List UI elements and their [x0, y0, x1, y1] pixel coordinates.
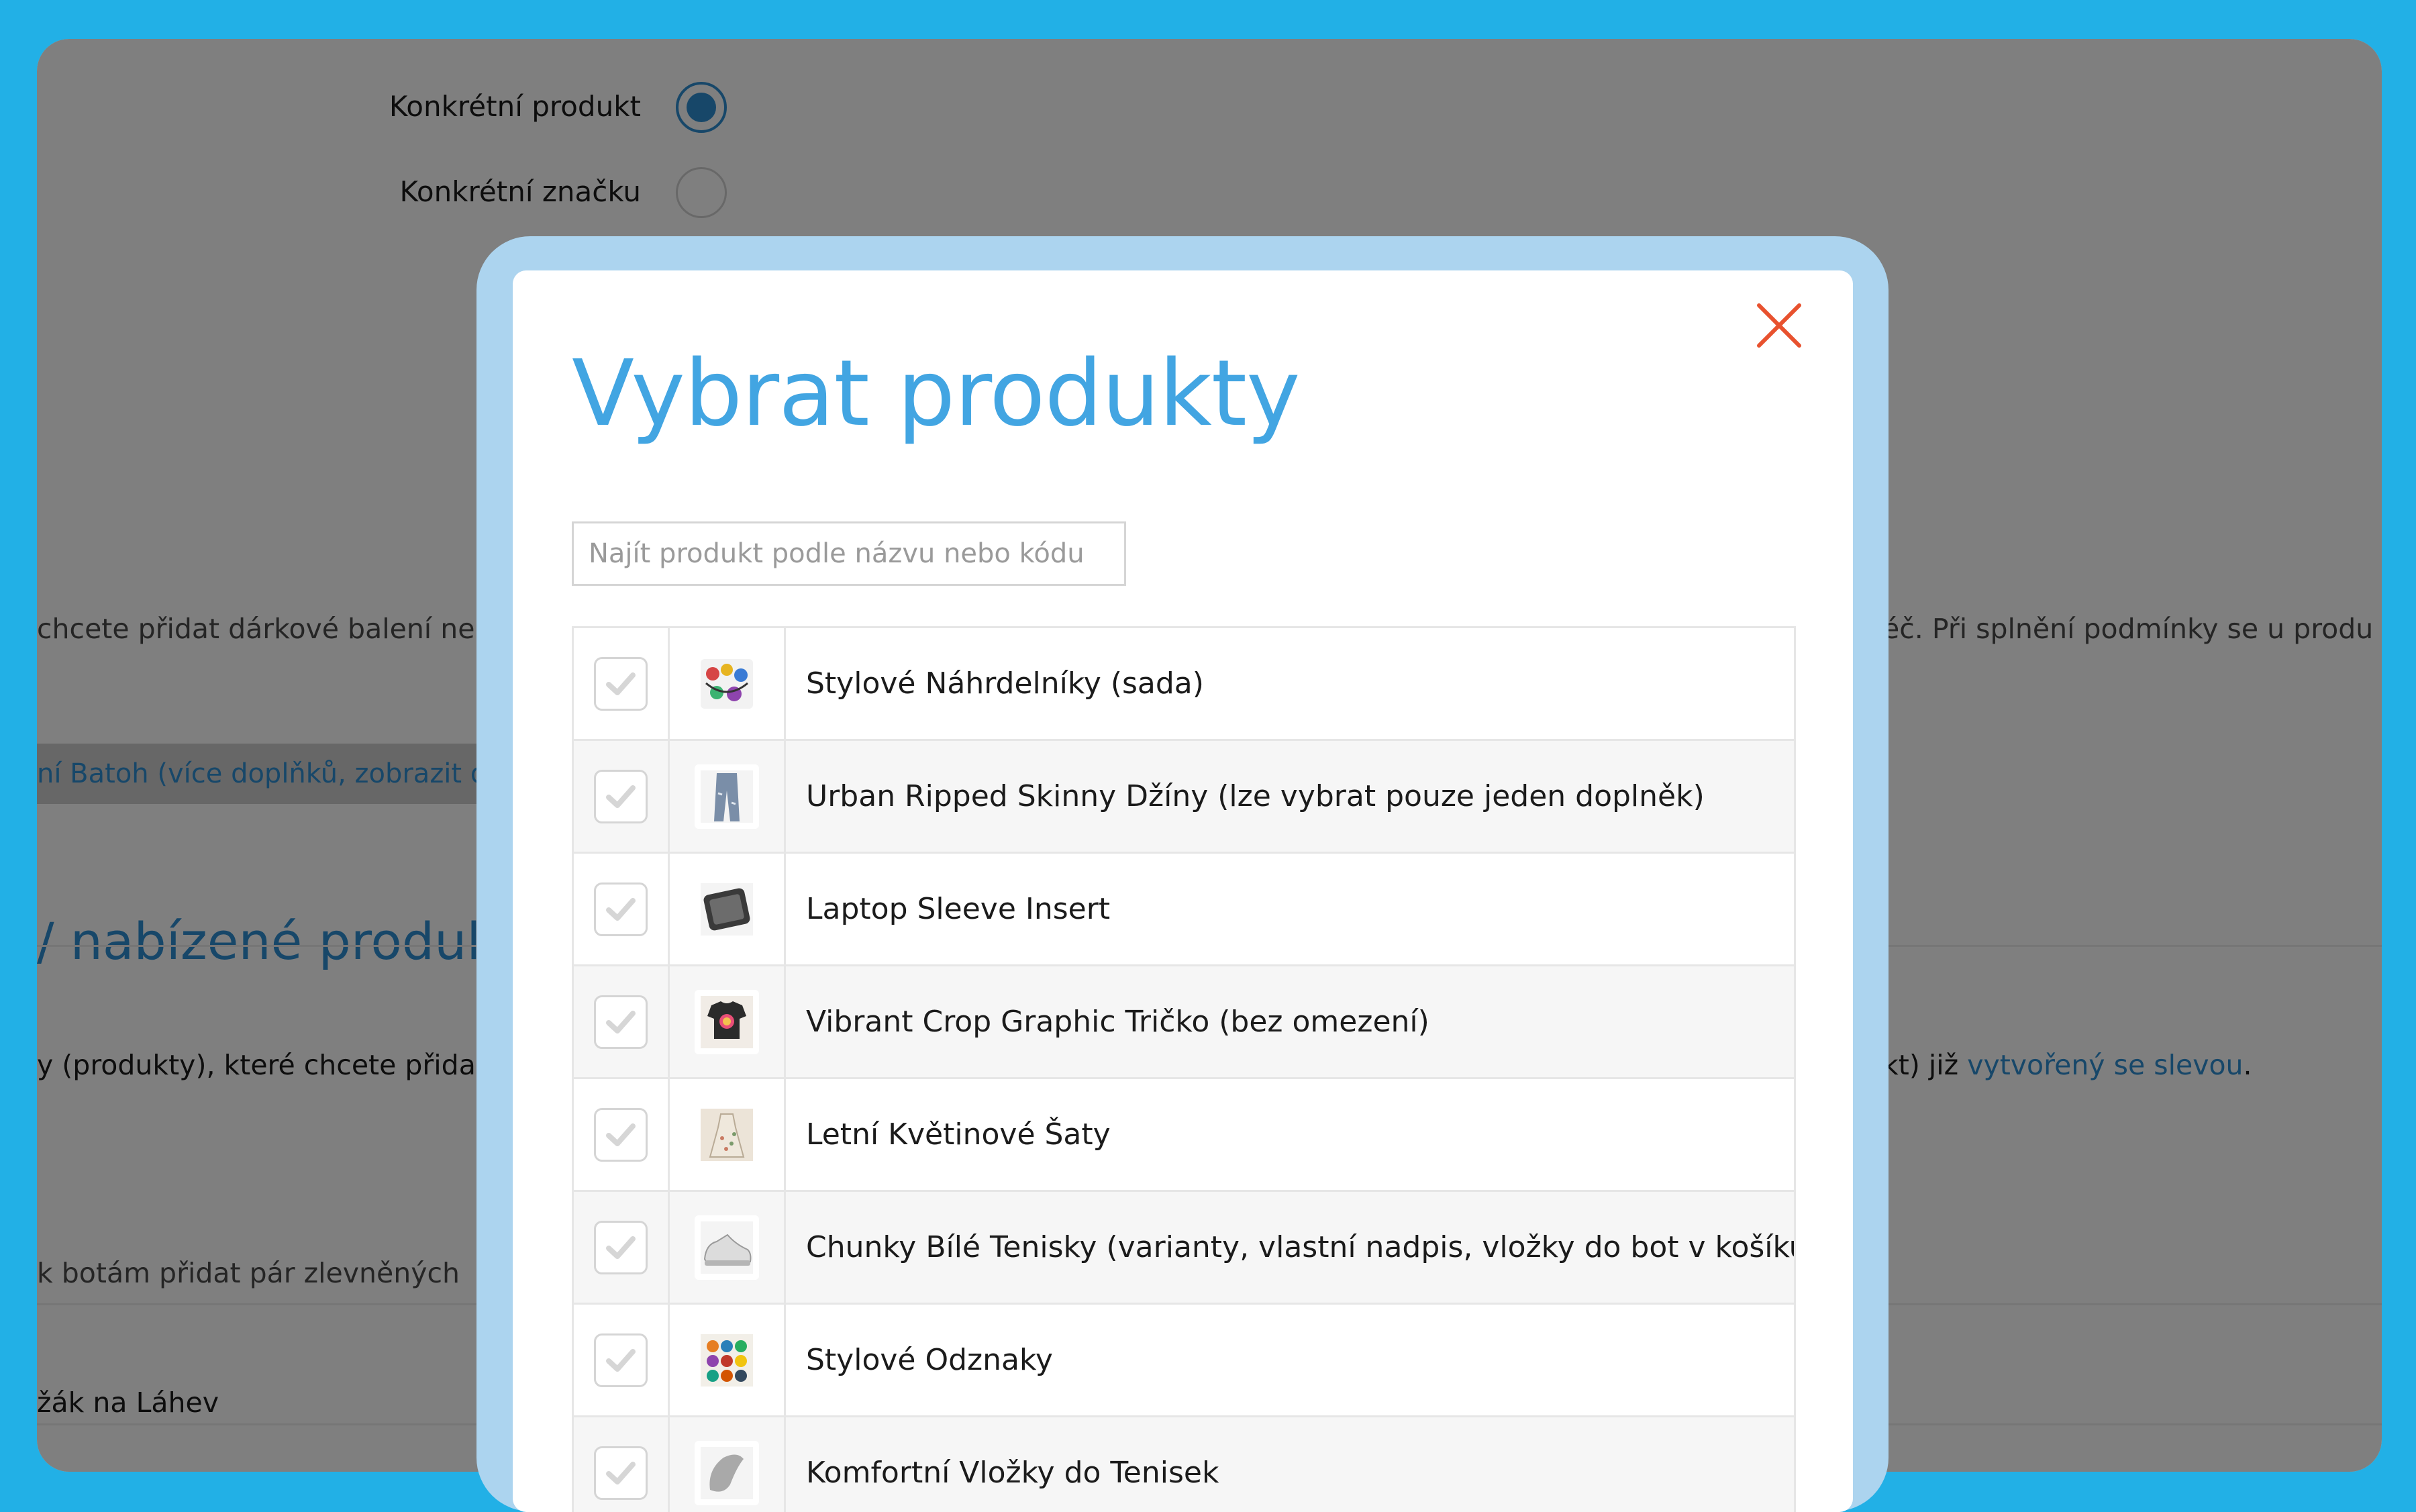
product-checkbox[interactable]	[594, 1220, 648, 1274]
modal-title: Vybrat produkty	[572, 341, 1301, 447]
checkmark-icon	[606, 672, 636, 695]
row-thumb-cell	[670, 1305, 786, 1415]
product-row[interactable]: Vibrant Crop Graphic Tričko (bez omezení…	[572, 966, 1796, 1079]
row-thumb-cell	[670, 966, 786, 1077]
product-checkbox[interactable]	[594, 656, 648, 711]
close-icon	[1757, 303, 1801, 348]
laptop-sleeve-thumbnail-icon	[695, 876, 759, 942]
product-name: Stylové Náhrdelníky (sada)	[806, 666, 1204, 701]
product-list: Stylové Náhrdelníky (sada) Urban Ripped …	[572, 626, 1796, 1512]
product-checkbox[interactable]	[594, 1107, 648, 1162]
row-checkbox-cell[interactable]	[574, 966, 670, 1077]
badges-thumbnail-icon	[695, 1327, 759, 1393]
select-products-modal: Vybrat produkty Stylové Náhrdeln	[513, 270, 1853, 1512]
jeans-thumbnail-icon	[695, 764, 759, 829]
product-search-input[interactable]	[572, 521, 1126, 586]
product-name: Letní Květinové Šaty	[806, 1117, 1111, 1152]
product-checkbox[interactable]	[594, 1446, 648, 1500]
checkmark-icon	[606, 1236, 636, 1259]
tshirt-thumbnail-icon	[695, 989, 759, 1054]
row-checkbox-cell[interactable]	[574, 1079, 670, 1190]
row-thumb-cell	[670, 854, 786, 964]
checkmark-icon	[606, 785, 636, 808]
product-row[interactable]: Laptop Sleeve Insert	[572, 854, 1796, 966]
dress-thumbnail-icon	[695, 1102, 759, 1167]
row-thumb-cell	[670, 1417, 786, 1512]
checkmark-icon	[606, 1348, 636, 1372]
product-row[interactable]: Letní Květinové Šaty	[572, 1079, 1796, 1192]
product-checkbox[interactable]	[594, 995, 648, 1049]
necklaces-thumbnail-icon	[695, 651, 759, 716]
product-checkbox[interactable]	[594, 882, 648, 936]
row-checkbox-cell[interactable]	[574, 628, 670, 739]
product-name: Komfortní Vložky do Tenisek	[806, 1456, 1219, 1490]
product-row[interactable]: Stylové Odznaky	[572, 1305, 1796, 1417]
product-name: Vibrant Crop Graphic Tričko (bez omezení…	[806, 1005, 1429, 1039]
row-checkbox-cell[interactable]	[574, 854, 670, 964]
product-row[interactable]: Urban Ripped Skinny Džíny (lze vybrat po…	[572, 741, 1796, 854]
sneakers-thumbnail-icon	[695, 1215, 759, 1280]
product-row[interactable]: Komfortní Vložky do Tenisek	[572, 1417, 1796, 1512]
close-button[interactable]	[1752, 299, 1806, 352]
checkmark-icon	[606, 1461, 636, 1484]
product-name: Urban Ripped Skinny Džíny (lze vybrat po…	[806, 779, 1705, 813]
row-checkbox-cell[interactable]	[574, 741, 670, 852]
row-checkbox-cell[interactable]	[574, 1192, 670, 1303]
product-name: Laptop Sleeve Insert	[806, 892, 1111, 926]
row-thumb-cell	[670, 628, 786, 739]
row-checkbox-cell[interactable]	[574, 1305, 670, 1415]
product-row[interactable]: Stylové Náhrdelníky (sada)	[572, 628, 1796, 741]
row-checkbox-cell[interactable]	[574, 1417, 670, 1512]
checkmark-icon	[606, 897, 636, 921]
product-row[interactable]: Chunky Bílé Tenisky (varianty, vlastní n…	[572, 1192, 1796, 1305]
row-thumb-cell	[670, 1079, 786, 1190]
insoles-thumbnail-icon	[695, 1440, 759, 1505]
row-thumb-cell	[670, 1192, 786, 1303]
checkmark-icon	[606, 1010, 636, 1034]
product-name: Chunky Bílé Tenisky (varianty, vlastní n…	[806, 1230, 1794, 1264]
checkmark-icon	[606, 1123, 636, 1146]
row-thumb-cell	[670, 741, 786, 852]
product-checkbox[interactable]	[594, 769, 648, 823]
product-checkbox[interactable]	[594, 1333, 648, 1387]
product-name: Stylové Odznaky	[806, 1343, 1053, 1377]
